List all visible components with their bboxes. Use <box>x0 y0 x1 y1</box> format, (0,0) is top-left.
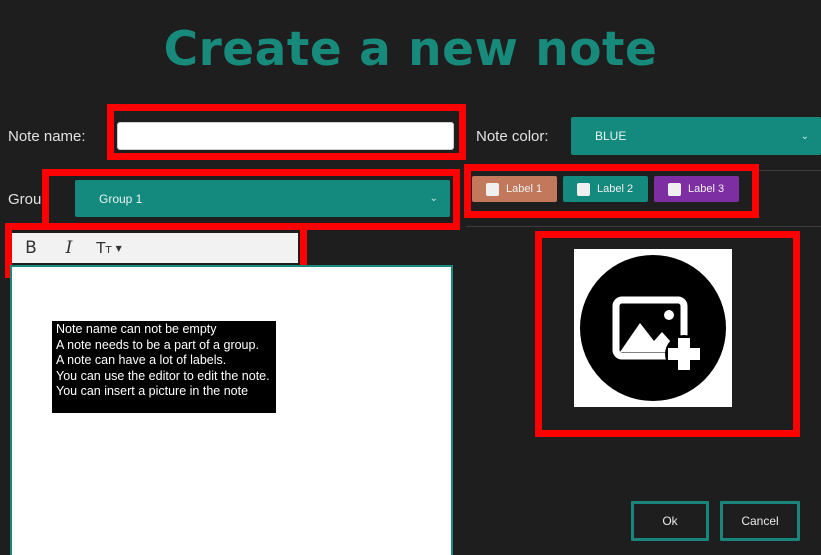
label-chip-3[interactable]: Label 3 <box>654 176 739 202</box>
label-chip-1[interactable]: Label 1 <box>472 176 557 202</box>
checkbox-icon[interactable] <box>577 182 590 196</box>
group-value: Group 1 <box>99 191 143 206</box>
chevron-down-icon: ⌄ <box>800 130 809 142</box>
note-name-input[interactable] <box>117 122 454 150</box>
chevron-down-icon: ⌄ <box>429 193 438 204</box>
label-chip-text: Label 3 <box>688 183 725 195</box>
note-color-dropdown[interactable]: BLUE ⌄ <box>571 117 821 155</box>
hint-line: You can insert a picture in the note <box>56 384 249 398</box>
group-dropdown[interactable]: Group 1 ⌄ <box>75 180 450 217</box>
label-chip-text: Label 2 <box>597 183 634 195</box>
hint-line: A note can have a lot of labels. <box>56 353 227 367</box>
ok-button[interactable]: Ok <box>631 501 709 541</box>
note-name-label: Note name: <box>8 128 86 145</box>
hint-line: Note name can not be empty <box>56 322 217 336</box>
page-title: Create a new note <box>163 22 658 77</box>
note-color-label: Note color: <box>476 128 549 145</box>
note-color-value: BLUE <box>595 129 627 143</box>
add-image-icon <box>580 255 726 401</box>
hint-line: You can use the editor to edit the note. <box>56 368 270 383</box>
hint-line: A note needs to be a part of a group. <box>56 337 259 352</box>
cancel-button[interactable]: Cancel <box>720 501 800 541</box>
insert-picture-button[interactable] <box>574 249 732 407</box>
label-chip-text: Label 1 <box>506 183 543 195</box>
hint-overlay: Note name can not be empty A note needs … <box>52 321 276 413</box>
label-chip-2[interactable]: Label 2 <box>563 176 648 202</box>
checkbox-icon[interactable] <box>486 182 499 196</box>
checkbox-icon[interactable] <box>668 182 681 196</box>
